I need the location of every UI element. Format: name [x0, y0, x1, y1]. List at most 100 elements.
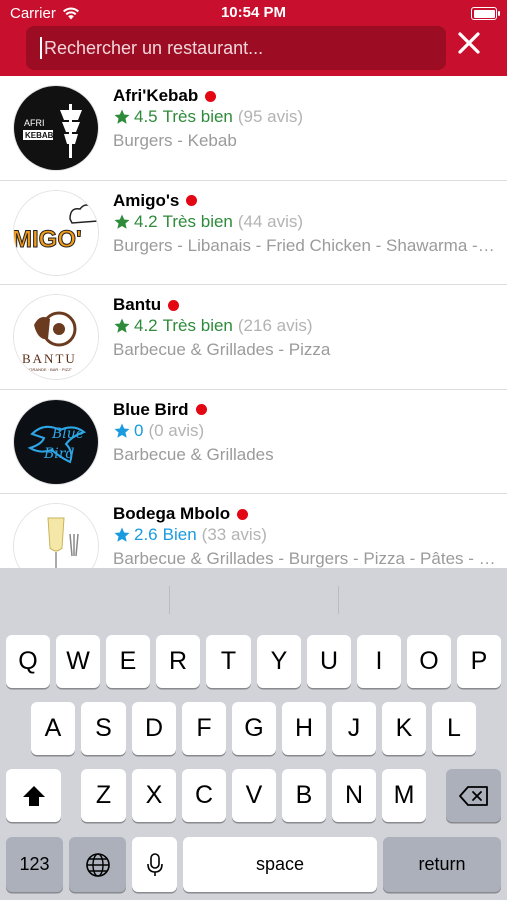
restaurant-row[interactable]: MIGO' Amigo's 4.2 Très bien (44 avis) Bu…: [0, 181, 507, 285]
key-k[interactable]: K: [382, 702, 426, 755]
restaurant-row[interactable]: Bodega Mbolo 2.6 Bien (33 avis) Barbecue…: [0, 494, 507, 568]
microphone-key[interactable]: [132, 837, 177, 892]
restaurant-row[interactable]: Blue Bird Blue Bird 0 (0 avis) Barbecue …: [0, 390, 507, 494]
delete-key[interactable]: [446, 769, 501, 822]
key-n[interactable]: N: [332, 769, 376, 822]
status-dot: [186, 195, 198, 206]
key-q[interactable]: Q: [6, 635, 50, 688]
status-bar: Carrier 10:54 PM: [0, 0, 507, 28]
keyboard: Q W E R T Y U I O P A S D F G H J K L Z …: [0, 568, 507, 900]
restaurant-row[interactable]: AFRI KEBAB Afri'Kebab 4.5 Très bien (95 …: [0, 76, 507, 181]
restaurant-name: Afri'Kebab: [113, 86, 199, 105]
key-p[interactable]: P: [457, 635, 501, 688]
logo-text: BANTU: [22, 351, 77, 366]
restaurant-categories: Barbecue & Grillades: [113, 444, 274, 464]
shift-key[interactable]: [6, 769, 61, 822]
restaurant-row[interactable]: BANTU "GRANDE · BAR · PIZZ" Bantu 4.2 Tr…: [0, 285, 507, 390]
microphone-icon: [146, 852, 163, 876]
globe-key[interactable]: [69, 837, 126, 892]
key-l[interactable]: L: [432, 702, 476, 755]
rating-label: Très bien: [162, 107, 233, 126]
restaurant-logo: MIGO': [13, 189, 99, 276]
key-e[interactable]: E: [106, 635, 150, 688]
suggestion-divider: [338, 586, 339, 614]
key-j[interactable]: J: [332, 702, 376, 755]
star-icon: [114, 527, 130, 542]
status-dot: [168, 299, 180, 311]
key-v[interactable]: V: [232, 769, 276, 822]
key-c[interactable]: C: [182, 769, 226, 822]
key-u[interactable]: U: [307, 635, 351, 688]
key-w[interactable]: W: [56, 635, 100, 688]
star-icon: [114, 318, 130, 333]
suggestion-divider: [169, 586, 170, 614]
header-bar: Carrier 10:54 PM: [0, 0, 507, 76]
key-g[interactable]: G: [232, 702, 276, 755]
restaurant-name-group: Afri'Kebab: [113, 86, 217, 106]
delete-icon: [458, 785, 488, 806]
rating-score: 0: [134, 420, 144, 440]
restaurant-name: Bodega Mbolo: [113, 504, 231, 523]
rating-score: 4.2: [134, 211, 158, 231]
key-a[interactable]: A: [31, 702, 75, 755]
logo-text: AFRI: [24, 118, 45, 128]
rating: 4.2 Très bien (216 avis): [113, 316, 313, 336]
key-h[interactable]: H: [282, 702, 326, 755]
logo-text: MIGO': [14, 226, 82, 253]
restaurant-list: AFRI KEBAB Afri'Kebab 4.5 Très bien (95 …: [0, 76, 507, 568]
key-z[interactable]: Z: [81, 769, 126, 822]
status-dot: [195, 404, 207, 415]
restaurant-categories: Burgers - Libanais - Fried Chicken - Sha…: [113, 235, 498, 255]
star-icon: [114, 423, 130, 438]
numbers-key[interactable]: 123: [6, 837, 63, 892]
text-caret: [40, 37, 42, 59]
restaurant-logo: AFRI KEBAB: [13, 85, 99, 171]
review-count: (33 avis): [201, 525, 267, 544]
rating: 0 (0 avis): [113, 421, 204, 441]
rating-score: 2.6: [134, 525, 158, 544]
key-m[interactable]: M: [382, 769, 426, 822]
battery-icon: [471, 7, 500, 20]
logo-text: Blue: [51, 426, 84, 442]
key-d[interactable]: D: [132, 702, 176, 755]
restaurant-categories: Burgers - Kebab: [113, 131, 237, 150]
key-s[interactable]: S: [81, 702, 126, 755]
key-y[interactable]: Y: [257, 635, 301, 688]
restaurant-logo: [13, 503, 99, 568]
status-dot: [237, 508, 249, 520]
logo-text: KEBAB: [25, 131, 54, 140]
rating-label: Très bien: [162, 211, 233, 231]
review-count: (0 avis): [148, 420, 205, 440]
key-b[interactable]: B: [282, 769, 326, 822]
shift-icon: [22, 785, 45, 806]
rating-score: 4.5: [134, 107, 158, 126]
suggestion-bar: [0, 568, 507, 630]
star-icon: [114, 214, 130, 229]
restaurant-categories: Barbecue & Grillades - Burgers - Pizza -…: [113, 549, 498, 568]
return-key[interactable]: return: [383, 837, 501, 892]
restaurant-name-group: Bodega Mbolo: [113, 504, 249, 524]
restaurant-categories: Barbecue & Grillades - Pizza: [113, 340, 331, 359]
search-input[interactable]: [44, 26, 434, 70]
restaurant-name: Bantu: [113, 295, 162, 314]
key-x[interactable]: X: [132, 769, 176, 822]
space-key[interactable]: space: [183, 837, 377, 892]
key-o[interactable]: O: [407, 635, 451, 688]
star-icon: [114, 109, 130, 124]
restaurant-logo: BANTU "GRANDE · BAR · PIZZ": [13, 294, 99, 380]
globe-icon: [85, 852, 110, 877]
key-r[interactable]: R: [156, 635, 200, 688]
close-icon: [458, 32, 480, 54]
key-i[interactable]: I: [357, 635, 401, 688]
logo-text: "GRANDE · BAR · PIZZ": [28, 367, 73, 372]
restaurant-name-group: Amigo's: [113, 191, 198, 211]
search-field[interactable]: [26, 26, 446, 70]
close-search-button[interactable]: [452, 26, 486, 60]
key-t[interactable]: T: [206, 635, 251, 688]
rating: 4.5 Très bien (95 avis): [113, 107, 303, 127]
key-f[interactable]: F: [182, 702, 226, 755]
status-time: 10:54 PM: [220, 4, 287, 21]
restaurant-name: Blue Bird: [113, 399, 189, 419]
rating: 2.6 Bien (33 avis): [113, 525, 267, 545]
restaurant-name-group: Blue Bird: [113, 400, 207, 420]
